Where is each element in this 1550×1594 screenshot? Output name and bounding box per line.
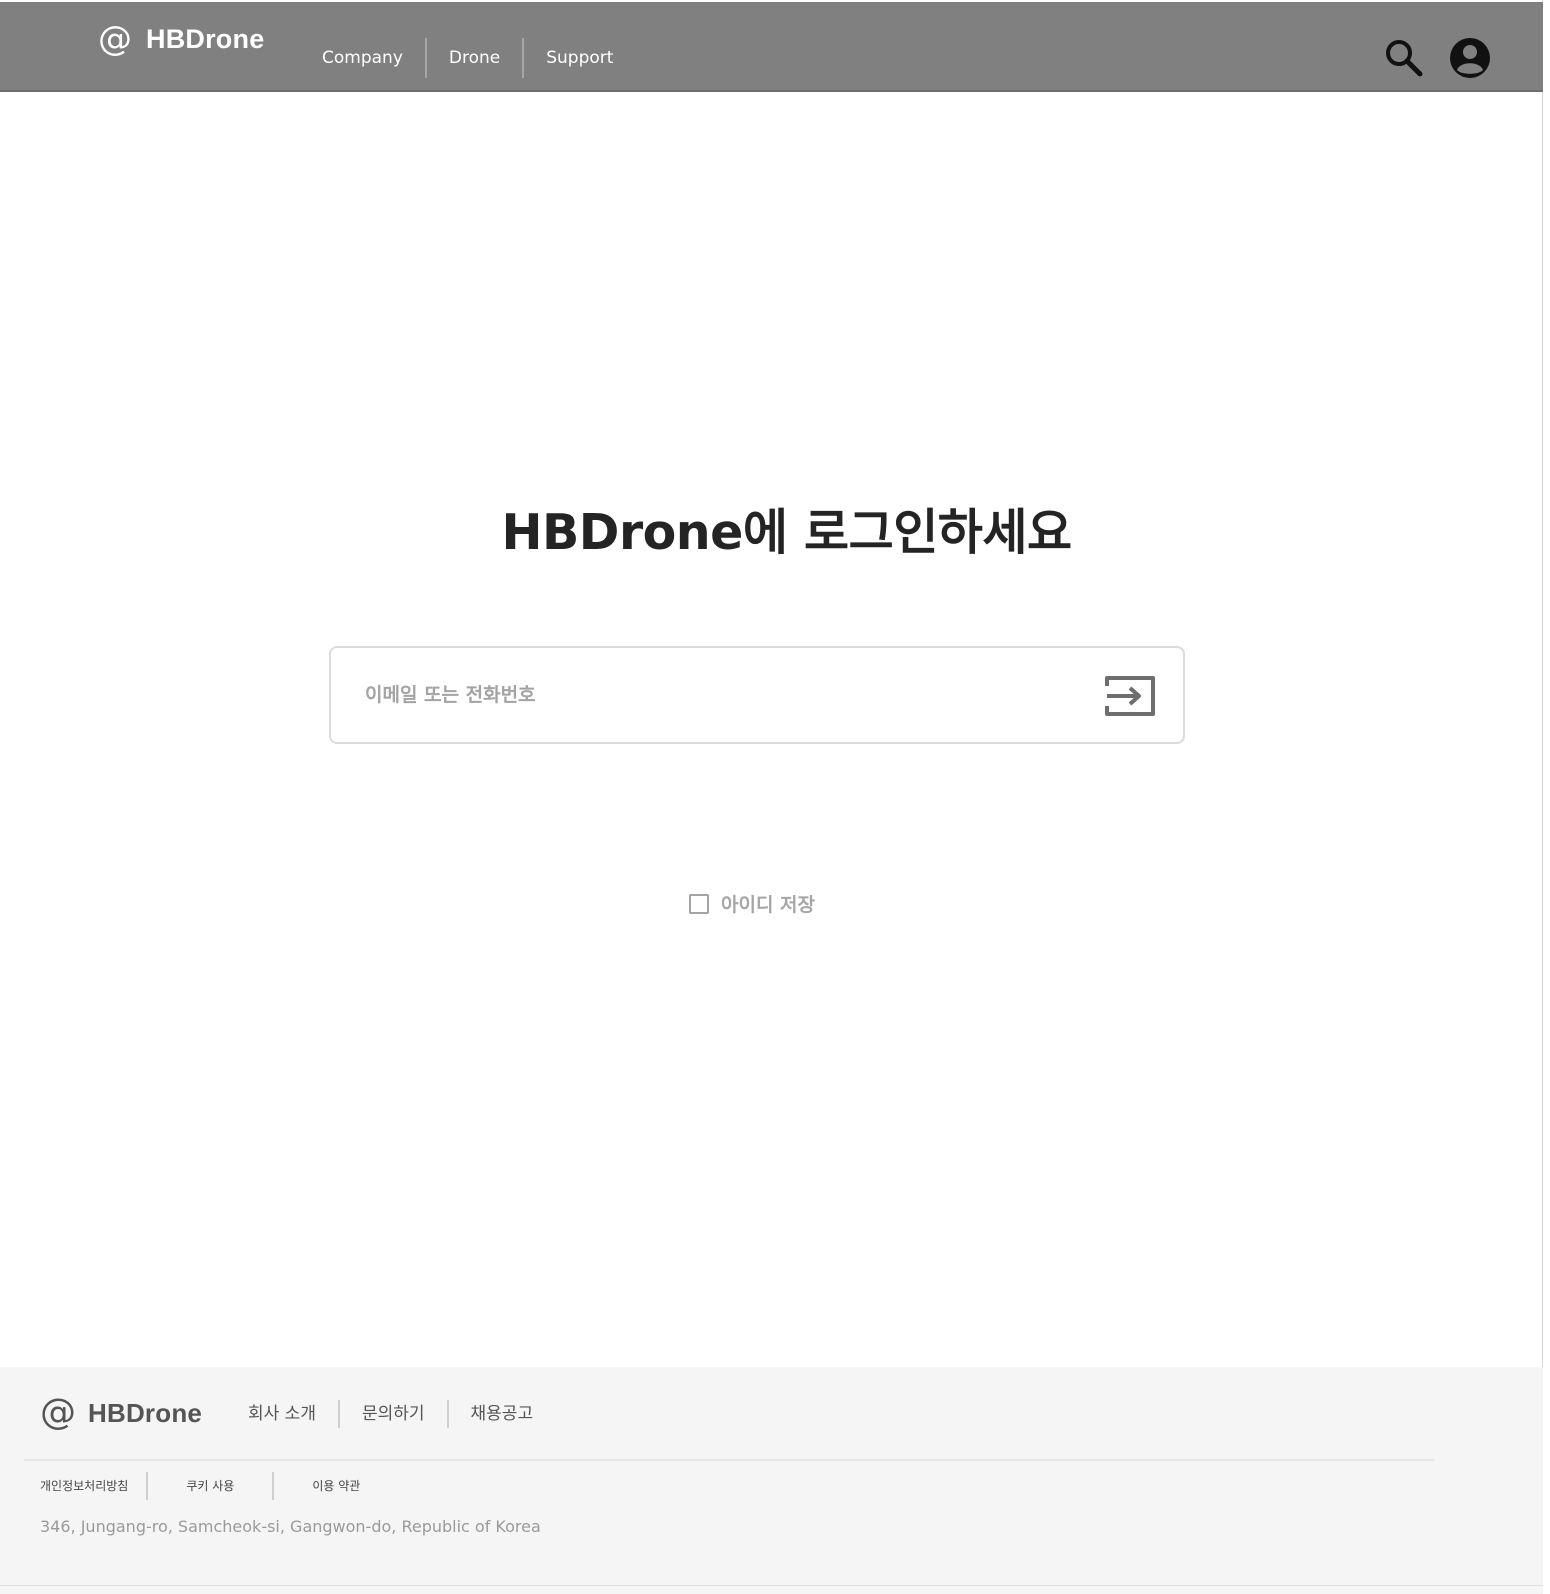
sign-in-arrow-icon[interactable] [1103, 674, 1157, 718]
top-navigation-bar: @ HBDrone Company Drone Support [0, 2, 1543, 92]
company-address: 346, Jungang-ro, Samcheok-si, Gangwon-do… [40, 1517, 541, 1536]
email-or-phone-input[interactable] [365, 648, 1065, 742]
footer-logo[interactable]: @ HBDrone [40, 1393, 202, 1433]
login-field-container [329, 646, 1185, 744]
nav-item-support[interactable]: Support [524, 38, 635, 78]
footer-horizontal-rule [24, 1459, 1434, 1461]
legal-link-cookies[interactable]: 쿠키 사용 [148, 1471, 272, 1501]
main-nav: Company Drone Support [300, 38, 635, 78]
legal-links: 개인정보처리방침 쿠키 사용 이용 약관 [40, 1471, 398, 1501]
header-logo[interactable]: @ HBDrone [98, 20, 264, 58]
logo-at-icon: @ [98, 19, 132, 59]
remember-id-option[interactable]: 아이디 저장 [689, 890, 815, 917]
site-footer: @ HBDrone 회사 소개 문의하기 채용공고 개인정보처리방침 쿠키 사용… [0, 1367, 1543, 1594]
logo-text: HBDrone [146, 23, 265, 54]
nav-item-drone[interactable]: Drone [427, 38, 522, 78]
search-icon[interactable] [1383, 37, 1425, 79]
page-title: HBDrone에 로그인하세요 [501, 504, 1072, 561]
logo-at-icon: @ [40, 1392, 76, 1433]
legal-link-terms[interactable]: 이용 약관 [274, 1471, 398, 1501]
footer-links: 회사 소개 문의하기 채용공고 [226, 1399, 555, 1429]
page-bottom-border [0, 1585, 1543, 1586]
legal-link-privacy[interactable]: 개인정보처리방침 [40, 1471, 146, 1501]
footer-link-contact[interactable]: 문의하기 [340, 1399, 447, 1429]
user-account-icon[interactable] [1449, 37, 1491, 79]
nav-item-company[interactable]: Company [300, 38, 425, 78]
footer-link-about[interactable]: 회사 소개 [226, 1399, 338, 1429]
footer-link-careers[interactable]: 채용공고 [449, 1399, 556, 1429]
remember-id-label: 아이디 저장 [721, 894, 816, 916]
page-frame: @ HBDrone Company Drone Support HBDrone에 [0, 0, 1543, 1594]
logo-text: HBDrone [88, 1397, 203, 1428]
remember-id-checkbox[interactable] [689, 893, 709, 914]
